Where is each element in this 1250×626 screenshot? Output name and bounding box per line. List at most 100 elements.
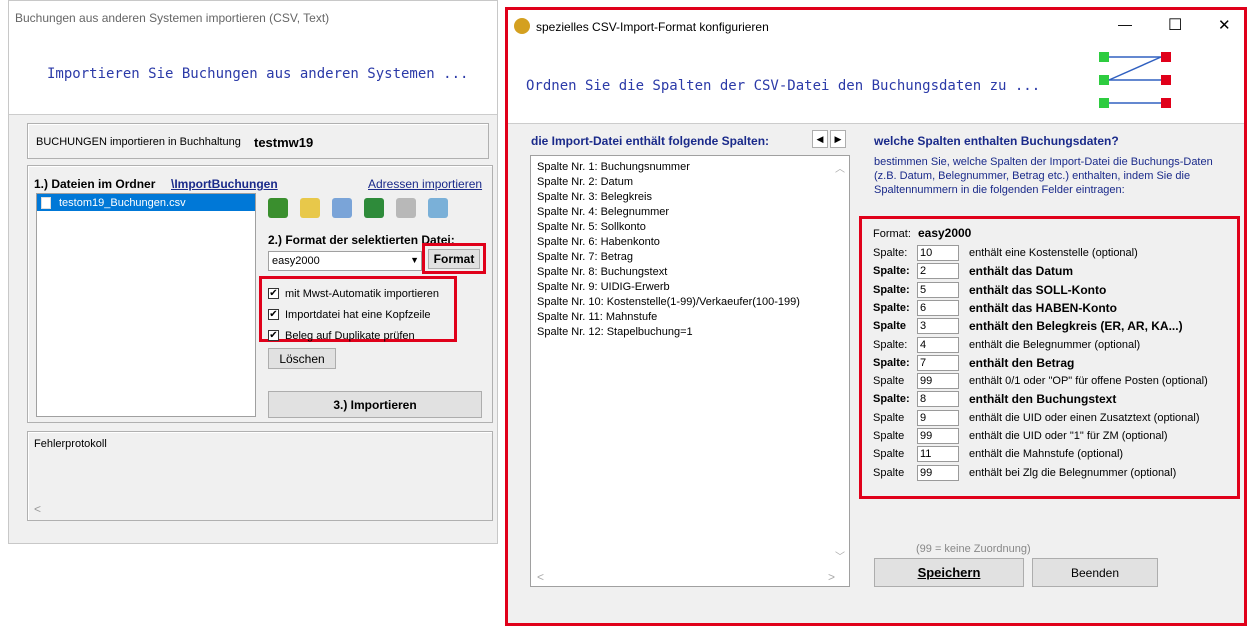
column-number-input[interactable]: 9 [917, 409, 959, 426]
column-list-item[interactable]: Spalte Nr. 7: Betrag [537, 251, 849, 266]
import-window-title: Buchungen aus anderen Systemen importier… [9, 1, 497, 33]
refresh-icon[interactable] [268, 198, 288, 218]
columns-list[interactable]: Spalte Nr. 1: Buchungsnummer Spalte Nr. 2… [530, 155, 850, 587]
mapping-row-text: enthält die Mahnstufe (optional) [969, 448, 1124, 461]
format-row: Format: easy2000 [873, 226, 971, 240]
format-select[interactable]: easy2000 ▼ [268, 251, 422, 271]
nav-left-button[interactable]: ◀ [812, 130, 828, 148]
file-list-item[interactable]: testom19_Buchungen.csv [37, 194, 255, 211]
column-list-item[interactable]: Spalte Nr. 4: Belegnummer [537, 206, 849, 221]
column-number-input[interactable]: 99 [917, 373, 959, 390]
mapping-row-text: enthält eine Kostenstelle (optional) [969, 247, 1138, 259]
files-group: 1.) Dateien im Ordner \ImportBuchungen A… [27, 165, 493, 423]
mapping-row: Spalte: 6 enthält das HABEN-Konto [873, 299, 1117, 317]
save-button[interactable]: Speichern [874, 558, 1024, 587]
mapping-row-text: enthält das Datum [969, 264, 1074, 279]
close-dialog-button[interactable]: Beenden [1032, 558, 1158, 587]
open-folder-icon[interactable] [300, 198, 320, 218]
table-icon[interactable] [396, 198, 416, 218]
csv-window-header: Ordnen Sie die Spalten der CSV-Datei den… [508, 44, 1244, 124]
column-list-item[interactable]: Spalte Nr. 3: Belegkreis [537, 191, 849, 206]
folder-link[interactable]: \ImportBuchungen [171, 177, 278, 191]
column-number-input[interactable]: 4 [917, 336, 959, 353]
mapping-row-label: Spalte: [873, 356, 910, 369]
column-number-input[interactable]: 11 [917, 446, 959, 463]
column-number-input[interactable]: 7 [917, 354, 959, 371]
mapping-row: Spalte: 8 enthält den Buchungstext [873, 390, 1116, 408]
mapping-row: Spalte 9 enthält die UID oder einen Zusatz… [873, 409, 1200, 427]
column-list-item[interactable]: Spalte Nr. 1: Buchungsnummer [537, 161, 849, 176]
mapping-row-label: Spalte [873, 411, 905, 424]
hint-text: (99 = keine Zuordnung) [916, 543, 1031, 555]
folder-label: 1.) Dateien im Ordner [34, 177, 156, 191]
format-label: Format: [873, 228, 911, 240]
column-number-input[interactable]: 3 [917, 318, 959, 335]
csv-format-window: spezielles CSV-Import-Format konfigurier… [505, 7, 1247, 626]
mapping-row-text: enthält das SOLL-Konto [969, 282, 1107, 297]
column-list-item[interactable]: Spalte Nr. 10: Kostenstelle(1-99)/Verkae… [537, 296, 849, 311]
mwst-checkbox[interactable]: ✔ mit Mwst-Automatik importieren [268, 283, 439, 304]
nav-right-button[interactable]: ▶ [830, 130, 846, 148]
import-window: Buchungen aus anderen Systemen importier… [8, 0, 498, 544]
mapping-row: Spalte 11 enthält die Mahnstufe (optional) [873, 445, 1123, 463]
settings-icon[interactable] [428, 198, 448, 218]
mapping-row: Spalte: 2 enthält das Datum [873, 262, 1073, 280]
column-list-item[interactable]: Spalte Nr. 12: Stapelbuchung=1 [537, 326, 849, 341]
close-button[interactable]: ✕ [1218, 16, 1231, 34]
mapping-row: Spalte 99 enthält bei Zlg die Belegnummer … [873, 464, 1176, 482]
checkbox-label: Beleg auf Duplikate prüfen [285, 329, 415, 342]
file-list[interactable]: testom19_Buchungen.csv [36, 193, 256, 417]
mapping-row: Spalte 99 enthält die UID oder "1" für ZM … [873, 427, 1168, 445]
mapping-row: Spalte: 4 enthält die Belegnummer (optiona… [873, 336, 1140, 354]
column-number-input[interactable]: 99 [917, 464, 959, 481]
mapping-row-text: enthält das HABEN-Konto [969, 300, 1117, 315]
mapping-row-text: enthält die UID oder "1" für ZM (optiona… [969, 430, 1168, 442]
scroll-right-icon[interactable]: > [828, 570, 835, 584]
address-import-link[interactable]: Adressen importieren [368, 177, 482, 191]
column-list-item[interactable]: Spalte Nr. 9: UIDIG-Erwerb [537, 281, 849, 296]
mapping-row-label: Spalte [873, 375, 905, 388]
scroll-up-icon[interactable]: ︿ [835, 160, 845, 175]
scroll-left-icon[interactable]: < [34, 502, 41, 516]
column-number-input[interactable]: 10 [917, 245, 959, 261]
file-icon [41, 196, 51, 209]
error-log-label: Fehlerprotokoll [34, 438, 107, 450]
scroll-left-icon[interactable]: < [537, 570, 544, 584]
csv-window-title: spezielles CSV-Import-Format konfigurier… [536, 20, 769, 34]
import-button[interactable]: 3.) Importieren [268, 391, 482, 418]
mapping-row: Spalte: 10 enthält eine Kostenstelle (opti… [873, 244, 1138, 262]
column-nav: ◀ ▶ [812, 130, 846, 148]
mapping-rows: Spalte: 10 enthält eine Kostenstelle (opti… [873, 244, 1233, 484]
column-list-item[interactable]: Spalte Nr. 5: Sollkonto [537, 221, 849, 236]
maximize-button[interactable]: ☐ [1168, 15, 1182, 35]
buchhaltung-label: BUCHUNGEN importieren in Buchhaltung [36, 136, 241, 148]
column-list-item[interactable]: Spalte Nr. 2: Datum [537, 176, 849, 191]
mapping-row-label: Spalte [873, 430, 905, 442]
column-number-input[interactable]: 8 [917, 391, 959, 408]
scroll-down-icon[interactable]: ﹀ [835, 548, 845, 563]
delete-button[interactable]: Löschen [268, 348, 336, 369]
mapping-row-text: enthält 0/1 oder "OP" für offene Posten … [969, 375, 1208, 388]
mapping-row-text: enthält den Betrag [969, 355, 1075, 370]
checkbox-label: Importdatei hat eine Kopfzeile [285, 308, 431, 321]
minimize-button[interactable]: — [1118, 16, 1132, 32]
column-number-input[interactable]: 99 [917, 428, 959, 444]
app-icon [514, 18, 530, 34]
magnifier-icon[interactable] [332, 198, 352, 218]
column-list-item[interactable]: Spalte Nr. 6: Habenkonto [537, 236, 849, 251]
excel-icon[interactable] [364, 198, 384, 218]
column-list-item[interactable]: Spalte Nr. 11: Mahnstufe [537, 311, 849, 326]
column-number-input[interactable]: 5 [917, 281, 959, 298]
checkbox-icon: ✔ [268, 288, 279, 299]
mapping-row-label: Spalte [873, 466, 905, 479]
format-button[interactable]: Format [428, 249, 480, 269]
mapping-row: Spalte 99 enthält 0/1 oder "OP" für offene… [873, 372, 1208, 390]
duplicate-checkbox[interactable]: ✔ Beleg auf Duplikate prüfen [268, 325, 439, 346]
header-row-checkbox[interactable]: ✔ Importdatei hat eine Kopfzeile [268, 304, 439, 325]
column-number-input[interactable]: 2 [917, 263, 959, 280]
mapping-row-label: Spalte: [873, 265, 910, 278]
column-list-item[interactable]: Spalte Nr. 8: Buchungstext [537, 266, 849, 281]
mapping-row-label: Spalte [873, 320, 907, 333]
mapping-heading: welche Spalten enthalten Buchungsdaten? [874, 134, 1119, 148]
column-number-input[interactable]: 6 [917, 299, 959, 316]
